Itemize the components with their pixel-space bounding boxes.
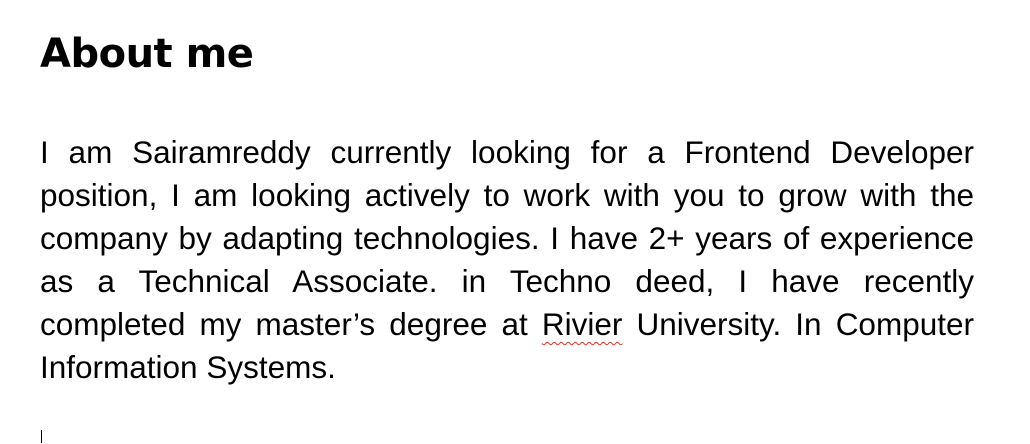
about-me-paragraph[interactable]: I am Sairamreddy currently looking for a… [40,131,974,389]
text-insertion-cursor [41,430,42,443]
spellcheck-flagged-word[interactable]: Rivier [542,306,623,342]
document-page[interactable]: About me I am Sairamreddy currently look… [0,0,1030,444]
about-me-heading: About me [40,31,254,77]
